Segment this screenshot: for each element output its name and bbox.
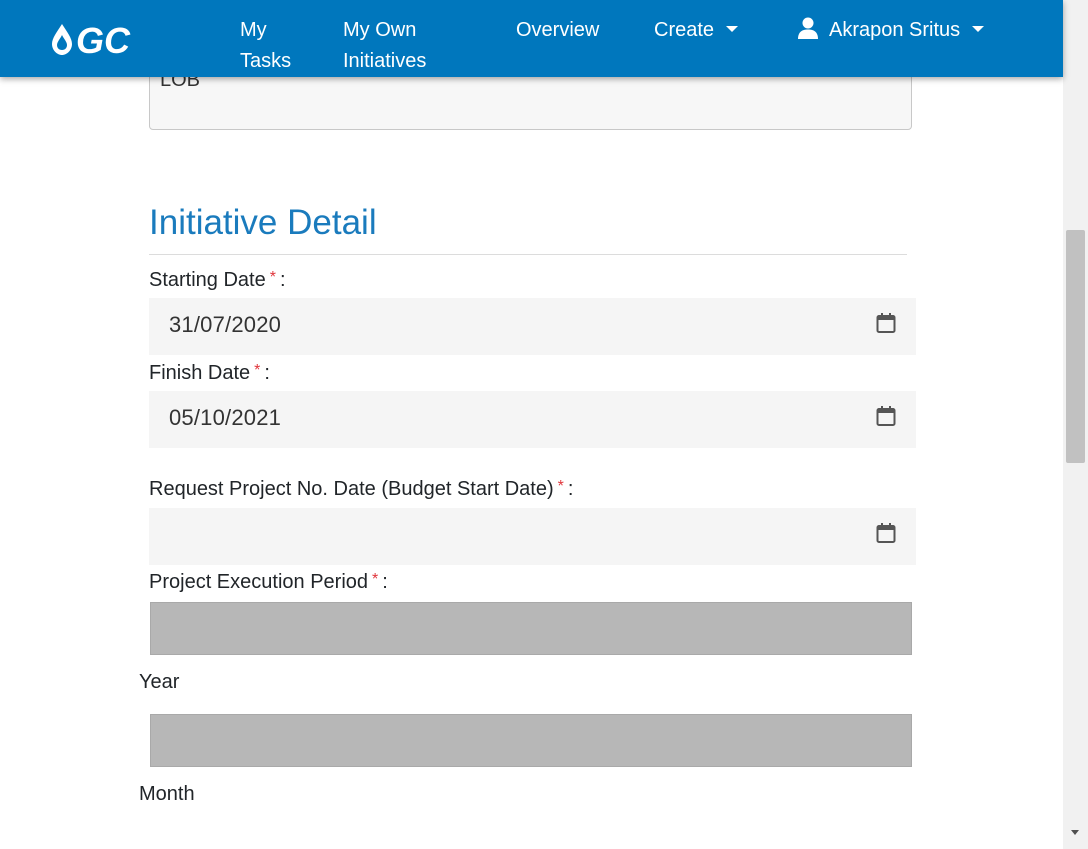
nav-user-dropdown[interactable]: Akrapon Sritus — [797, 15, 985, 46]
request-project-no-date-input[interactable] — [149, 508, 916, 565]
page: GC My Tasks My Own Initiatives Overview … — [0, 0, 1088, 849]
nav-my-own-line2: Initiatives — [343, 50, 427, 72]
nav-my-tasks-line1: My — [240, 19, 267, 41]
calendar-icon[interactable] — [876, 522, 896, 544]
required-marker: * — [254, 362, 261, 379]
section-title-initiative-detail: Initiative Detail — [149, 203, 377, 242]
execution-period-year-input — [150, 602, 912, 655]
nav-my-own-initiatives[interactable]: My Own Initiatives — [343, 15, 463, 77]
starting-date-value: 31/07/2020 — [169, 312, 282, 337]
section-divider — [149, 254, 907, 255]
month-label: Month — [139, 783, 195, 805]
required-marker: * — [557, 478, 564, 495]
execution-period-month-input — [150, 714, 912, 767]
nav-my-tasks[interactable]: My Tasks — [240, 15, 310, 77]
label-colon: : — [382, 571, 388, 593]
finish-date-label: Finish Date *: — [149, 358, 270, 386]
scrollbar-thumb[interactable] — [1066, 230, 1085, 463]
required-marker: * — [372, 571, 379, 588]
scroll-down-arrow-icon[interactable] — [1071, 830, 1079, 835]
gc-logo-text: GC — [76, 20, 131, 61]
label-colon: : — [264, 362, 270, 384]
starting-date-label-text: Starting Date — [149, 269, 266, 291]
project-execution-period-label-text: Project Execution Period — [149, 571, 369, 593]
year-label: Year — [139, 671, 180, 693]
starting-date-label: Starting Date *: — [149, 265, 286, 293]
chevron-down-icon — [726, 26, 739, 32]
required-marker: * — [269, 269, 276, 286]
vertical-scrollbar[interactable] — [1063, 0, 1088, 849]
finish-date-input[interactable]: 05/10/2021 — [149, 391, 916, 448]
finish-date-value: 05/10/2021 — [169, 405, 282, 430]
main-content: LOB Initiative Detail Starting Date *: 31… — [0, 0, 1063, 849]
label-colon: : — [279, 269, 286, 291]
user-icon — [798, 17, 818, 39]
project-execution-period-label: Project Execution Period *: — [149, 567, 388, 595]
user-name: Akrapon Sritus — [829, 19, 961, 41]
nav-create-dropdown[interactable]: Create — [654, 15, 739, 46]
request-project-no-date-label-text: Request Project No. Date (Budget Start D… — [149, 478, 554, 500]
request-project-no-date-label: Request Project No. Date (Budget Start D… — [149, 474, 573, 502]
nav-overview[interactable]: Overview — [516, 15, 599, 46]
gc-logo[interactable]: GC — [48, 18, 168, 62]
finish-date-label-text: Finish Date — [149, 362, 251, 384]
label-colon: : — [567, 478, 574, 500]
calendar-icon[interactable] — [876, 312, 896, 334]
nav-my-tasks-line2: Tasks — [240, 50, 292, 72]
nav-my-own-line1: My Own — [343, 19, 417, 41]
chevron-down-icon — [972, 26, 985, 32]
top-navbar: GC My Tasks My Own Initiatives Overview … — [0, 0, 1063, 77]
nav-create-label: Create — [654, 19, 715, 41]
starting-date-input[interactable]: 31/07/2020 — [149, 298, 916, 355]
calendar-icon[interactable] — [876, 405, 896, 427]
